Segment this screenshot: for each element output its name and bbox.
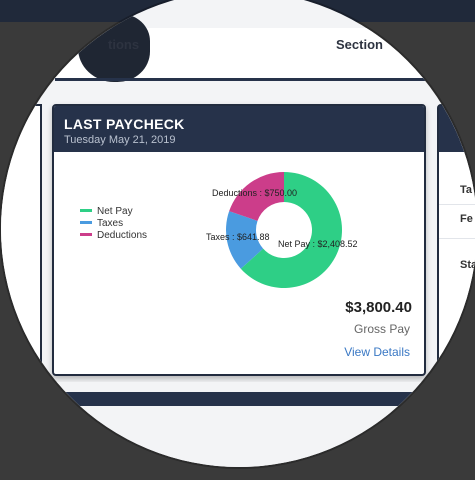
right-row-text: Sta (460, 259, 475, 271)
legend-swatch-taxes (80, 220, 92, 224)
card-title: LAST PAYCHECK (64, 116, 185, 132)
section-divider (55, 78, 475, 81)
strip-left-text: tions (108, 37, 140, 52)
legend-label: Deductions (97, 230, 148, 241)
right-row-text: Ta (460, 184, 473, 196)
legend-swatch-net-pay (80, 208, 92, 212)
legend-item-deductions: Deductions (80, 230, 147, 242)
spotlight-circle: tions Section LAST PAYCHECK Tuesday May … (1, 0, 475, 467)
last-paycheck-card: LAST PAYCHECK Tuesday May 21, 2019 Net P… (52, 104, 426, 376)
legend-item-taxes: Taxes (80, 218, 147, 230)
bottom-section (1, 382, 475, 467)
chart-legend: Net Pay Taxes Deductions (80, 206, 147, 242)
card-header: LAST PAYCHECK Tuesday May 21, 2019 (54, 106, 424, 152)
gross-pay-amount: $3,800.40 (345, 299, 412, 316)
section-header-strip: tions Section (1, 14, 475, 82)
strip-right-text: Section (336, 37, 383, 52)
legend-swatch-deductions (80, 232, 92, 236)
legend-label: Taxes (97, 218, 124, 229)
legend-label: Net Pay (97, 206, 133, 217)
legend-item-net-pay: Net Pay (80, 206, 147, 218)
right-row-text: Fe (460, 213, 473, 225)
slice-label-net-pay: Net Pay : $2,408.52 (278, 239, 358, 249)
right-card-header (439, 106, 475, 152)
paycheck-date: Tuesday May 21, 2019 (64, 134, 176, 146)
view-details-link[interactable]: View Details (344, 345, 410, 359)
right-partial-card: Ta Fe Sta (437, 104, 475, 376)
gross-pay-label: Gross Pay (353, 322, 410, 336)
slice-label-taxes: Taxes : $641.88 (206, 232, 270, 242)
bottom-header-bar (1, 392, 475, 406)
slice-label-deductions: Deductions : $750.00 (212, 188, 298, 198)
left-partial-card (1, 104, 42, 376)
